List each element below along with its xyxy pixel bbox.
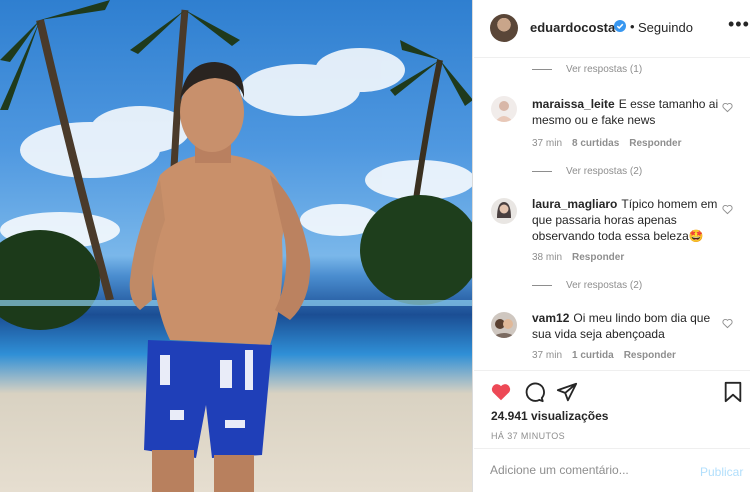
comment-meta: 38 min Responder <box>532 252 634 263</box>
commenter-avatar[interactable] <box>491 96 517 122</box>
reply-button[interactable]: Responder <box>624 350 676 361</box>
post-panel: eduardocosta • Seguindo ••• Ver resposta… <box>474 0 750 500</box>
following-button[interactable]: Seguindo <box>638 20 693 35</box>
more-options-icon[interactable]: ••• <box>728 14 750 35</box>
add-comment-input[interactable] <box>490 463 690 477</box>
comment-text: vam12 Oi meu lindo bom dia que sua vida s… <box>532 310 720 342</box>
comment-like-heart-icon[interactable] <box>722 204 733 215</box>
comment-likes[interactable]: 8 curtidas <box>572 138 619 149</box>
comment-meta: 37 min 1 curtida Responder <box>532 350 686 361</box>
replies-line <box>532 284 552 286</box>
comment-username[interactable]: vam12 <box>532 311 569 325</box>
author-username[interactable]: eduardocosta <box>530 20 615 35</box>
view-replies-link[interactable]: Ver respostas (2) <box>532 280 642 291</box>
view-replies-label: Ver respostas (2) <box>566 280 643 291</box>
add-comment-bar: Publicar <box>474 448 750 496</box>
post-photo[interactable] <box>0 0 473 492</box>
header-separator: • <box>630 19 635 34</box>
avatar-photo-icon <box>497 202 511 218</box>
views-count[interactable]: 24.941 visualizações <box>491 409 608 423</box>
view-replies-label: Ver respostas (1) <box>566 64 643 75</box>
avatar-photo-icon <box>495 101 513 122</box>
comment-text: maraissa_leite E esse tamanho ai mesmo ou… <box>532 96 720 128</box>
post-photo-scene <box>0 0 472 492</box>
save-bookmark-icon[interactable] <box>722 381 744 403</box>
comment-like-heart-icon[interactable] <box>722 102 733 113</box>
comment-meta: 37 min 8 curtidas Responder <box>532 138 692 149</box>
replies-line <box>532 68 552 70</box>
post-header: eduardocosta • Seguindo ••• <box>474 0 750 58</box>
comment-text: laura_magliaro Típico homem em que passar… <box>532 196 720 244</box>
commenter-avatar[interactable] <box>491 198 517 224</box>
share-icon[interactable] <box>556 381 578 403</box>
comment-icon[interactable] <box>523 381 545 403</box>
comment-time: 37 min <box>532 350 563 361</box>
comment-username[interactable]: maraissa_leite <box>532 97 615 111</box>
comment-time: 37 min <box>532 138 563 149</box>
avatar-photo-icon <box>491 319 517 338</box>
post-time-ago[interactable]: HÁ 37 MINUTOS <box>491 431 565 441</box>
verified-badge-icon <box>614 20 626 32</box>
heart-filled-icon[interactable] <box>490 381 512 403</box>
replies-line <box>532 170 552 172</box>
view-replies-link[interactable]: Ver respostas (2) <box>532 166 642 177</box>
comment-time: 38 min <box>532 252 563 263</box>
commenter-avatar[interactable] <box>491 312 517 338</box>
view-replies-label: Ver respostas (2) <box>566 166 643 177</box>
author-avatar[interactable] <box>490 14 518 42</box>
comment-like-heart-icon[interactable] <box>722 318 733 329</box>
comment-emoji: 🤩 <box>688 229 704 243</box>
comment-likes[interactable]: 1 curtida <box>572 350 614 361</box>
reply-button[interactable]: Responder <box>629 138 681 149</box>
comments-list: Ver respostas (1) maraissa_leite E esse t… <box>474 58 750 370</box>
view-replies-link[interactable]: Ver respostas (1) <box>532 64 642 75</box>
reply-button[interactable]: Responder <box>572 252 624 263</box>
post-actions: 24.941 visualizações HÁ 37 MINUTOS <box>474 370 750 448</box>
comment-username[interactable]: laura_magliaro <box>532 197 617 211</box>
publish-button[interactable]: Publicar <box>700 465 743 479</box>
